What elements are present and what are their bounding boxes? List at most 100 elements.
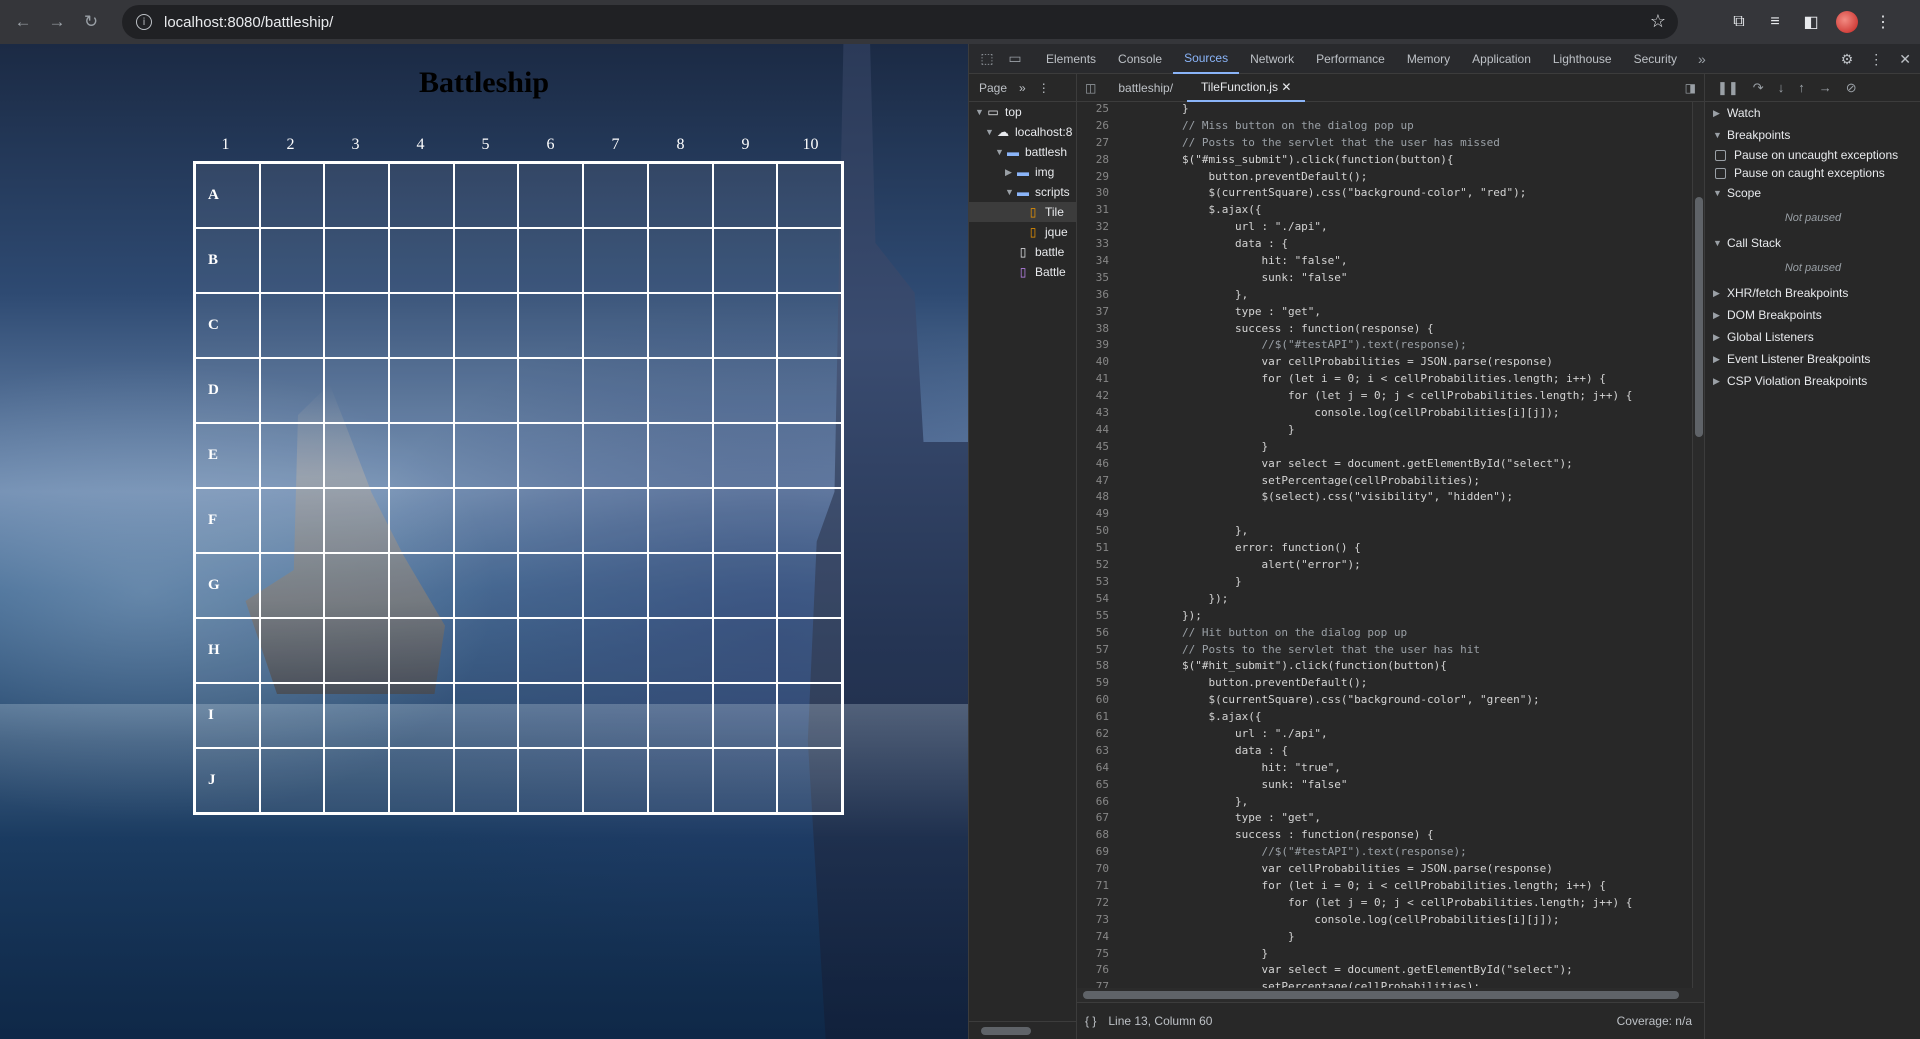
address-bar[interactable]: i localhost:8080/battleship/ ☆ <box>122 5 1678 39</box>
debugger-section[interactable]: ▶ Event Listener Breakpoints <box>1705 348 1920 370</box>
devtools-tab-network[interactable]: Network <box>1239 44 1305 74</box>
line-number[interactable]: 61 <box>1077 710 1115 727</box>
menu-icon[interactable]: ⋮ <box>1868 5 1898 39</box>
tree-node[interactable]: ▼ ▭ top <box>969 102 1076 122</box>
tree-arrow-icon[interactable]: ▼ <box>985 127 995 137</box>
debugger-section[interactable]: ▶ CSP Violation Breakpoints <box>1705 370 1920 392</box>
grid-cell[interactable] <box>583 553 648 618</box>
grid-cell[interactable] <box>324 553 390 618</box>
grid-cell[interactable] <box>453 163 519 228</box>
editor-tab-tilefunction[interactable]: TileFunction.js ✕ <box>1187 74 1306 102</box>
line-number[interactable]: 28 <box>1077 153 1115 170</box>
more-navigator-icon[interactable]: » <box>1019 81 1026 95</box>
line-number[interactable]: 68 <box>1077 828 1115 845</box>
back-icon[interactable]: ← <box>6 5 40 39</box>
grid-cell[interactable]: E <box>195 423 260 488</box>
line-number[interactable]: 71 <box>1077 879 1115 896</box>
device-toolbar-icon[interactable]: ▭ <box>1001 50 1029 67</box>
grid-cell[interactable] <box>712 293 778 358</box>
step-icon[interactable]: → <box>1819 80 1832 95</box>
line-number[interactable]: 73 <box>1077 913 1115 930</box>
grid-cell[interactable] <box>324 293 390 358</box>
grid-cell[interactable] <box>777 293 842 358</box>
grid-cell[interactable] <box>712 553 778 618</box>
line-number[interactable]: 27 <box>1077 136 1115 153</box>
line-number[interactable]: 39 <box>1077 338 1115 355</box>
step-over-icon[interactable]: ↷ <box>1753 80 1764 96</box>
tree-node[interactable]: ▯ Battle <box>969 262 1076 282</box>
line-number[interactable]: 53 <box>1077 575 1115 592</box>
tree-node[interactable]: ▯ battle <box>969 242 1076 262</box>
grid-cell[interactable] <box>583 358 648 423</box>
line-number[interactable]: 60 <box>1077 693 1115 710</box>
grid-cell[interactable] <box>518 358 584 423</box>
grid-cell[interactable] <box>453 488 519 553</box>
line-number[interactable]: 51 <box>1077 541 1115 558</box>
grid-cell[interactable]: A <box>195 163 260 228</box>
line-number[interactable]: 55 <box>1077 609 1115 626</box>
grid-cell[interactable] <box>324 488 390 553</box>
toggle-debugger-icon[interactable]: ◨ <box>1677 81 1704 95</box>
line-number[interactable]: 77 <box>1077 980 1115 988</box>
line-number[interactable]: 58 <box>1077 659 1115 676</box>
close-tab-icon[interactable]: ✕ <box>1281 80 1291 94</box>
step-into-icon[interactable]: ↓ <box>1778 80 1785 95</box>
navigator-menu-icon[interactable]: ⋮ <box>1038 81 1050 95</box>
line-number[interactable]: 46 <box>1077 457 1115 474</box>
grid-cell[interactable] <box>518 488 584 553</box>
line-number[interactable]: 43 <box>1077 406 1115 423</box>
line-number[interactable]: 74 <box>1077 930 1115 947</box>
debugger-section[interactable]: ▶ XHR/fetch Breakpoints <box>1705 282 1920 304</box>
grid-cell[interactable] <box>324 228 390 293</box>
grid-cell[interactable] <box>777 358 842 423</box>
extensions-icon[interactable]: ⧉ <box>1724 5 1754 39</box>
grid-cell[interactable]: J <box>195 748 260 813</box>
grid-cell[interactable] <box>583 748 648 813</box>
pause-caught-checkbox[interactable]: Pause on caught exceptions <box>1705 164 1920 182</box>
grid-cell[interactable] <box>518 748 584 813</box>
bookmark-star-icon[interactable]: ☆ <box>1650 11 1666 32</box>
editor-tab-battleship[interactable]: battleship/ <box>1104 74 1187 102</box>
grid-cell[interactable] <box>518 553 584 618</box>
line-number[interactable]: 66 <box>1077 795 1115 812</box>
line-number[interactable]: 64 <box>1077 761 1115 778</box>
page-tab[interactable]: Page <box>979 81 1007 95</box>
grid-cell[interactable] <box>777 163 842 228</box>
line-number[interactable]: 56 <box>1077 626 1115 643</box>
grid-cell[interactable] <box>259 553 325 618</box>
close-devtools-icon[interactable]: ✕ <box>1899 51 1911 68</box>
navigator-scrollbar[interactable] <box>969 1021 1077 1039</box>
grid-cell[interactable] <box>712 423 778 488</box>
tree-arrow-icon[interactable]: ▶ <box>1005 167 1015 178</box>
line-number[interactable]: 45 <box>1077 440 1115 457</box>
tree-node[interactable]: ▯ Tile <box>969 202 1076 222</box>
grid-cell[interactable] <box>324 618 390 683</box>
line-number[interactable]: 76 <box>1077 963 1115 980</box>
grid-cell[interactable] <box>518 683 584 748</box>
reload-icon[interactable]: ↻ <box>74 5 108 39</box>
grid-cell[interactable] <box>324 423 390 488</box>
grid-cell[interactable] <box>712 488 778 553</box>
grid-cell[interactable] <box>259 748 325 813</box>
line-number[interactable]: 42 <box>1077 389 1115 406</box>
grid-cell[interactable] <box>777 488 842 553</box>
tree-arrow-icon[interactable]: ▼ <box>995 147 1005 157</box>
line-number[interactable]: 32 <box>1077 220 1115 237</box>
grid-cell[interactable] <box>647 553 713 618</box>
tree-arrow-icon[interactable]: ▼ <box>1005 187 1015 197</box>
line-number[interactable]: 33 <box>1077 237 1115 254</box>
grid-cell[interactable] <box>389 683 454 748</box>
grid-cell[interactable] <box>453 683 519 748</box>
line-number[interactable]: 29 <box>1077 170 1115 187</box>
grid-cell[interactable] <box>259 293 325 358</box>
grid-cell[interactable] <box>712 748 778 813</box>
grid-cell[interactable] <box>453 618 519 683</box>
grid-cell[interactable]: C <box>195 293 260 358</box>
grid-cell[interactable] <box>259 228 325 293</box>
devtools-tab-console[interactable]: Console <box>1107 44 1173 74</box>
pretty-print-icon[interactable]: { } <box>1085 1014 1096 1028</box>
grid-cell[interactable] <box>712 618 778 683</box>
grid-cell[interactable] <box>453 228 519 293</box>
inspect-icon[interactable]: ⬚ <box>973 50 1001 67</box>
grid-cell[interactable] <box>389 228 454 293</box>
